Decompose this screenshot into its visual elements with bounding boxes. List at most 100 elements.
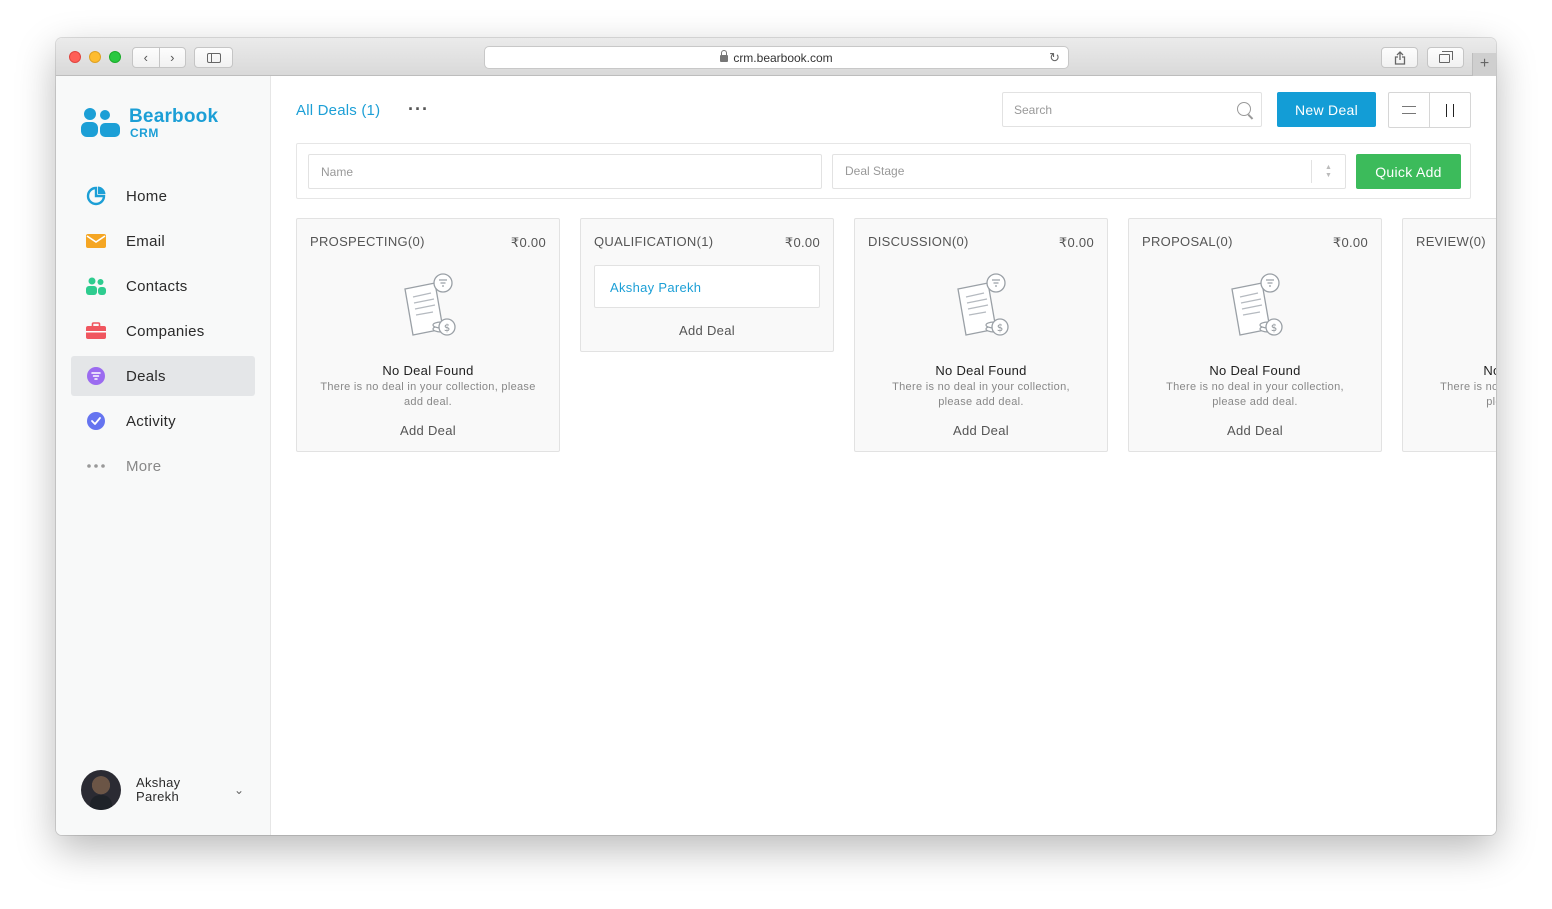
forward-chevron-icon[interactable]: › <box>158 48 186 67</box>
empty-deal-illustration-icon: $ <box>1231 273 1283 336</box>
list-view-button[interactable] <box>1389 93 1429 127</box>
reload-icon[interactable]: ↻ <box>1049 50 1060 66</box>
board-view-button[interactable] <box>1429 93 1470 127</box>
search-box <box>1002 92 1262 127</box>
avatar <box>81 770 121 810</box>
tabs-icon <box>1439 51 1453 63</box>
sidebar-item-label: Email <box>126 232 166 250</box>
add-deal-button[interactable]: Add Deal <box>855 423 1107 438</box>
sidebar-item-activity[interactable]: Activity <box>71 401 255 441</box>
history-navigation: ‹ › <box>132 47 186 68</box>
stage-amount: ₹0.00 <box>1332 235 1368 250</box>
tab-overview-button[interactable] <box>1427 47 1464 68</box>
sidebar-item-label: Home <box>126 187 168 205</box>
add-deal-button[interactable]: Add Deal <box>297 423 559 438</box>
quick-add-button[interactable]: Quick Add <box>1356 154 1461 189</box>
sidebar-item-contacts[interactable]: Contacts <box>71 266 255 306</box>
brand-subtitle: CRM <box>130 126 159 140</box>
sidebar-item-email[interactable]: Email <box>71 221 255 261</box>
bearbook-logo-icon <box>81 108 120 137</box>
envelope-icon <box>86 231 106 251</box>
add-deal-button[interactable]: Add Deal <box>581 323 833 338</box>
browser-toolbar: ‹ › crm.bearbook.com ↻ + <box>56 38 1496 76</box>
empty-deal-illustration-icon: $ <box>404 273 456 336</box>
bearbook-logo[interactable]: Bearbook CRM <box>81 106 231 142</box>
deal-card-name[interactable]: Akshay Parekh <box>610 280 701 295</box>
pie-chart-icon <box>86 186 106 206</box>
main-navigation: Home Email Contacts Companies Deals Acti… <box>71 176 255 491</box>
more-options-icon[interactable]: ··· <box>408 99 429 120</box>
empty-state-description: There is no deal in your collection, ple… <box>892 381 1070 408</box>
stage-title: DISCUSSION(0) <box>868 234 969 249</box>
stage-amount: ₹0.00 <box>510 235 546 250</box>
svg-text:$: $ <box>997 323 1003 334</box>
sidebar-item-home[interactable]: Home <box>71 176 255 216</box>
new-tab-button[interactable]: + <box>1472 53 1496 76</box>
sidebar-item-label: Activity <box>126 412 176 430</box>
sidebar-item-more[interactable]: More <box>71 446 255 486</box>
select-arrows-icon: ▲ ▼ <box>1311 160 1345 183</box>
stage-title: REVIEW(0) <box>1416 234 1486 249</box>
deal-name-input[interactable] <box>308 154 822 189</box>
empty-state-title: No Deal Found <box>935 363 1027 378</box>
minimize-window-button[interactable] <box>89 51 101 63</box>
browser-window: ‹ › crm.bearbook.com ↻ + Bearbook CRM Ho… <box>56 38 1496 835</box>
brand-name: Bearbook <box>129 106 219 127</box>
user-first-name: Akshay <box>136 775 181 790</box>
stage-title: QUALIFICATION(1) <box>594 234 714 249</box>
deal-card[interactable]: Akshay Parekh <box>594 265 820 308</box>
zoom-window-button[interactable] <box>109 51 121 63</box>
sidebar-item-label: Deals <box>126 367 166 385</box>
lock-icon <box>720 50 729 62</box>
sidebar-toggle-button[interactable] <box>194 47 233 68</box>
stage-title: PROPOSAL(0) <box>1142 234 1233 249</box>
add-deal-button[interactable]: Add Deal <box>1129 423 1381 438</box>
search-icon[interactable] <box>1237 102 1251 116</box>
stage-title: PROSPECTING(0) <box>310 234 425 249</box>
stage-column-proposal: PROPOSAL(0) ₹0.00 $ No Deal Found There … <box>1128 218 1382 452</box>
sidebar-item-companies[interactable]: Companies <box>71 311 255 351</box>
sidebar-icon <box>206 52 221 63</box>
empty-deal-illustration-icon: $ <box>957 273 1009 336</box>
deal-stage-placeholder: Deal Stage <box>845 164 905 178</box>
back-chevron-icon[interactable]: ‹ <box>133 48 159 67</box>
url-text: crm.bearbook.com <box>733 50 833 65</box>
empty-state-title: No Deal Found <box>382 363 474 378</box>
deals-board: All Deals (1) ··· New Deal Deal Stage ▲▼… <box>271 76 1496 835</box>
share-button[interactable] <box>1381 47 1418 68</box>
list-view-icon <box>1402 106 1416 114</box>
new-deal-button[interactable]: New Deal <box>1277 92 1376 127</box>
contacts-icon <box>86 276 106 296</box>
stage-column-qualification: QUALIFICATION(1) ₹0.00 Akshay Parekh Add… <box>580 218 834 352</box>
user-menu[interactable]: Akshay Parekh ⌄ <box>81 770 251 810</box>
deals-view-title[interactable]: All Deals (1) <box>296 102 380 119</box>
sidebar-item-label: Companies <box>126 322 205 340</box>
stage-amount: ₹0.00 <box>784 235 820 250</box>
sidebar-item-label: More <box>126 457 162 475</box>
svg-text:$: $ <box>444 323 450 334</box>
search-input[interactable] <box>1003 93 1223 126</box>
empty-state-description: There is no deal in your collection, ple… <box>1440 381 1496 408</box>
empty-state-title: No Deal Found <box>1483 363 1496 378</box>
empty-state-description: There is no deal in your collection, ple… <box>1166 381 1344 408</box>
empty-state-description: There is no deal in your collection, ple… <box>320 381 536 408</box>
close-window-button[interactable] <box>69 51 81 63</box>
pipeline-columns: PROSPECTING(0) ₹0.00 $ No Deal Found The… <box>296 218 1496 518</box>
chevron-down-icon[interactable]: ⌄ <box>234 783 244 797</box>
view-toggle <box>1388 92 1471 128</box>
quick-add-bar: Deal Stage ▲▼ Quick Add <box>296 143 1471 199</box>
app-sidebar: Bearbook CRM Home Email Contacts Compani… <box>56 76 271 835</box>
svg-text:$: $ <box>1271 323 1277 334</box>
deal-stage-select[interactable]: Deal Stage ▲ ▼ <box>832 154 1346 189</box>
address-bar[interactable]: crm.bearbook.com ↻ <box>484 46 1069 69</box>
stage-amount: ₹0.00 <box>1058 235 1094 250</box>
more-dots-icon <box>86 456 106 476</box>
sidebar-item-deals[interactable]: Deals <box>71 356 255 396</box>
share-icon <box>1394 50 1405 65</box>
sidebar-item-label: Contacts <box>126 277 188 295</box>
deals-filter-icon <box>86 366 106 386</box>
empty-state-title: No Deal Found <box>1209 363 1301 378</box>
user-last-name: Parekh <box>136 789 179 804</box>
briefcase-icon <box>86 321 106 341</box>
board-view-icon <box>1446 103 1454 117</box>
